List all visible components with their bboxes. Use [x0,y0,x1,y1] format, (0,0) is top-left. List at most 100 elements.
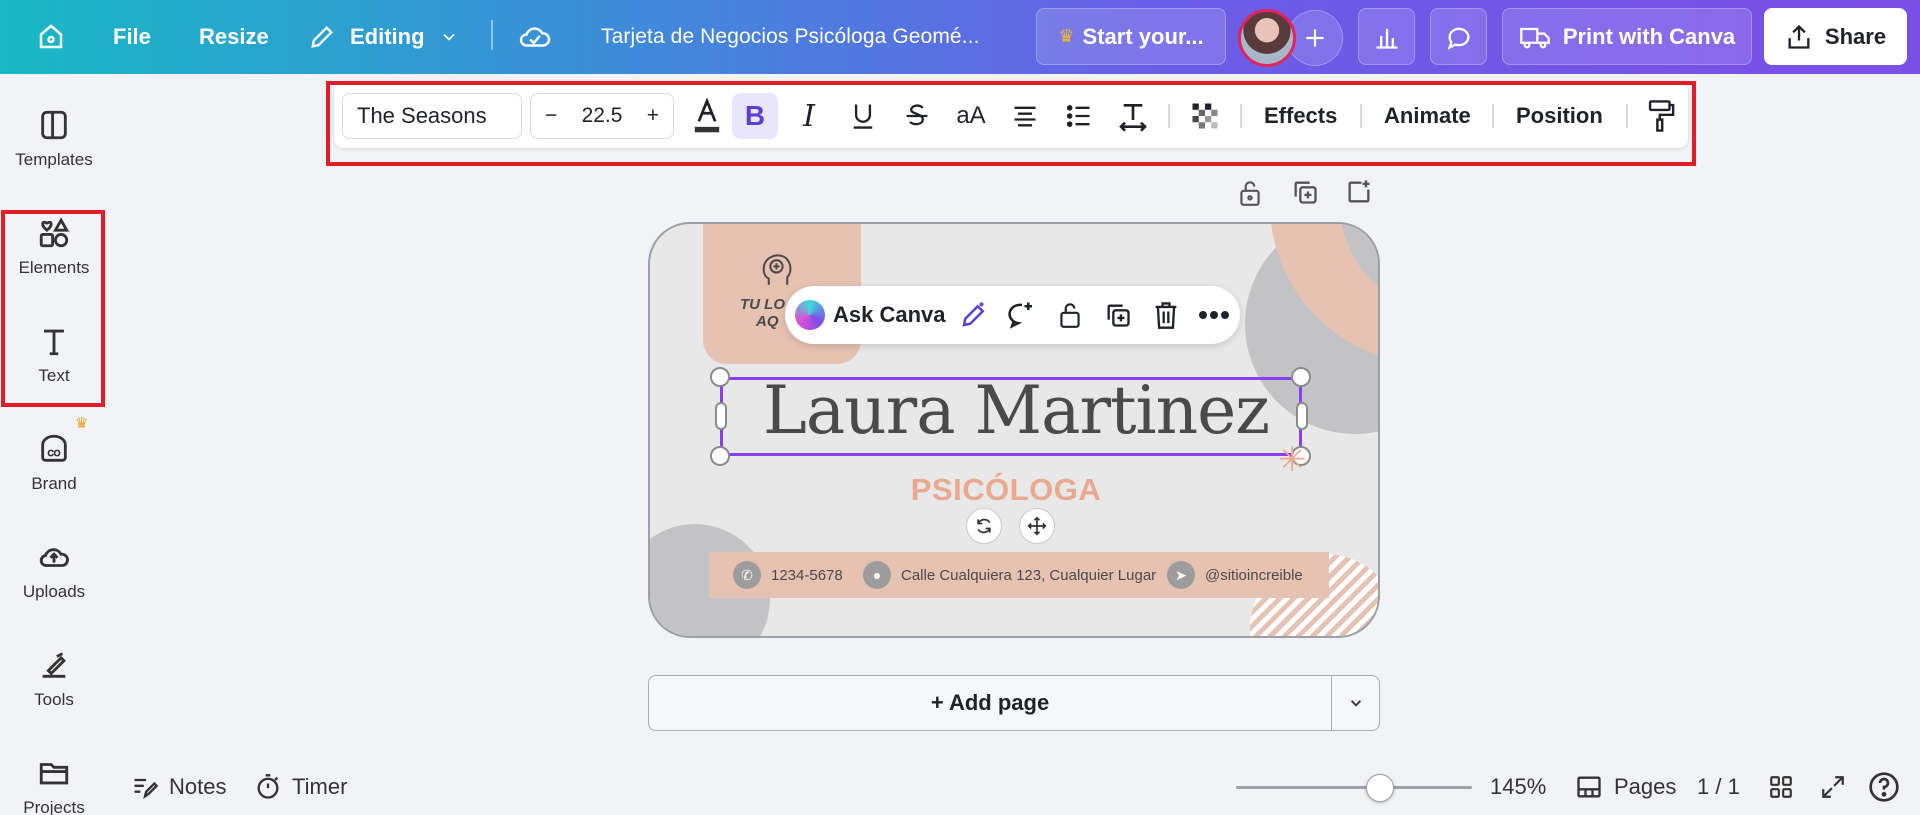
sidebar-item-projects[interactable]: Projects [0,756,108,815]
copy-style-button[interactable] [1638,93,1684,139]
resize-handle-bottom-left[interactable] [710,446,730,466]
pencil-icon [311,26,333,48]
sidebar-item-label: Tools [34,690,74,709]
logo-text: TU LO AQ [740,296,785,330]
start-trial-button[interactable]: ♛ Start your... [1036,8,1226,65]
position-button[interactable]: Position [1516,93,1603,139]
more-dots-icon [1199,311,1229,319]
crown-icon: ♛ [75,415,89,432]
insights-button[interactable] [1358,8,1415,65]
share-upload-icon [1788,24,1810,49]
italic-icon: I [803,98,815,134]
font-family-select[interactable]: The Seasons [342,93,522,139]
chevron-down-icon [442,33,455,41]
strikethrough-button[interactable] [894,93,940,139]
duplicate-page-button[interactable] [1291,178,1319,211]
effects-button[interactable]: Effects [1264,93,1337,139]
decrease-size-button[interactable]: − [545,104,557,128]
zoom-percentage[interactable]: 145% [1490,765,1546,809]
spacing-button[interactable] [1110,93,1156,139]
editing-mode-dropdown[interactable]: Editing [308,0,459,74]
text-color-button[interactable] [684,93,730,139]
home-icon [39,24,63,49]
comments-button[interactable] [1430,8,1487,65]
divider [491,20,493,50]
notes-button[interactable]: Notes [131,765,226,809]
lock-element-button[interactable] [1054,299,1086,331]
help-button[interactable] [1868,765,1900,809]
sidebar-item-templates[interactable]: Templates [0,108,108,170]
save-status-button[interactable] [518,0,552,74]
underline-button[interactable] [840,93,886,139]
sidebar-item-elements[interactable]: Elements [0,216,108,278]
avatar[interactable] [1238,9,1296,67]
timer-button[interactable]: Timer [254,765,347,809]
selection-frame [720,377,1302,456]
zoom-slider-thumb[interactable] [1365,774,1394,802]
letter-case-button[interactable]: aA [948,93,994,139]
duplicate-element-button[interactable] [1102,299,1134,331]
notes-icon [134,778,159,799]
lock-icon [1240,181,1260,206]
zoom-slider-track[interactable] [1236,786,1472,789]
list-button[interactable] [1056,93,1102,139]
comment-icon [1447,27,1469,50]
design-title[interactable]: Tarjeta de Negocios Psicóloga Geomé... [601,0,980,74]
font-size-input[interactable]: 22.5 [582,104,623,128]
print-with-canva-button[interactable]: Print with Canva [1502,8,1752,65]
sparkle-icon: ✳ [1278,441,1307,479]
resize-handle-right[interactable] [1296,402,1308,430]
templates-icon [41,110,67,140]
add-page-button[interactable]: + Add page [649,676,1331,730]
rotate-handle[interactable] [966,508,1002,544]
brand-icon: CO [41,434,67,462]
resize-handle-top-left[interactable] [710,367,730,387]
more-options-button[interactable] [1198,299,1230,331]
divider [1492,104,1494,128]
share-button[interactable]: Share [1764,8,1907,65]
home-button[interactable] [36,0,70,74]
page-counter[interactable]: 1 / 1 [1697,765,1740,809]
sidebar-item-text[interactable]: Text [0,324,108,386]
share-label: Share [1824,23,1887,49]
resize-button[interactable]: Resize [199,0,269,74]
align-center-icon [1014,106,1036,127]
increase-size-button[interactable]: + [647,104,659,128]
magic-edit-button[interactable] [958,299,990,331]
add-page-options-button[interactable] [1332,676,1380,730]
sidebar-item-brand[interactable]: CO Brand [0,432,108,494]
align-button[interactable] [1002,93,1048,139]
cloud-check-icon [519,27,551,47]
transparency-button[interactable] [1182,93,1228,139]
ask-canva-button[interactable]: Ask Canva [833,286,946,344]
list-icon [1066,105,1090,127]
bold-button[interactable]: B [732,93,778,139]
animate-button[interactable]: Animate [1384,93,1471,139]
fullscreen-button[interactable] [1820,765,1846,809]
italic-button[interactable]: I [786,93,832,139]
move-handle[interactable] [1019,508,1055,544]
svg-text:CO: CO [48,448,61,458]
timer-label: Timer [292,774,348,799]
address-text: Calle Cualquiera 123, Cualquier Lugar [901,566,1157,584]
resize-handle-left[interactable] [715,402,727,430]
web-text: @sitioincreible [1205,566,1303,584]
profession-text[interactable]: PSICÓLOGA [650,472,1362,508]
underline-icon [853,104,873,129]
file-menu[interactable]: File [113,0,151,74]
spacing-icon [1119,104,1147,132]
sidebar-item-uploads[interactable]: Uploads [0,540,108,602]
delete-element-button[interactable] [1150,299,1182,331]
grid-view-button[interactable] [1768,765,1794,809]
contact-bar[interactable]: ✆ 1234-5678 ● Calle Cualquiera 123, Cual… [709,552,1329,598]
magic-pencil-icon [962,302,985,327]
bar-chart-icon [1376,28,1397,49]
lock-page-button[interactable] [1237,178,1263,213]
divider [1240,104,1242,128]
resize-handle-top-right[interactable] [1291,367,1311,387]
add-page-icon-button[interactable] [1345,178,1373,211]
chevron-down-icon [1350,700,1362,707]
add-comment-button[interactable] [1006,299,1038,331]
pages-button[interactable]: Pages [1574,765,1676,809]
sidebar-item-tools[interactable]: Tools [0,648,108,710]
